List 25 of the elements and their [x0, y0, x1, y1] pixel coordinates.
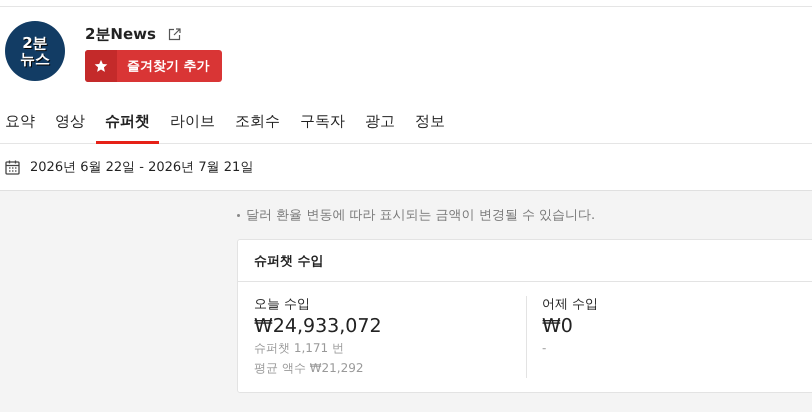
tab[interactable]: 조회수 [226, 106, 289, 144]
tab[interactable]: 정보 [406, 106, 454, 144]
income-detail: 슈퍼챗 1,171 번 [254, 340, 344, 357]
tab[interactable]: 라이브 [161, 106, 224, 144]
income-detail: 평균 액수 ₩21,292 [254, 360, 364, 377]
channel-logo: 2분 뉴스 [5, 21, 65, 81]
bullet-icon [237, 214, 240, 216]
income-amount: ₩24,933,072 [254, 314, 382, 338]
income-label: 오늘 수입 [254, 296, 310, 314]
tab[interactable]: 광고 [356, 106, 404, 144]
star-icon [94, 59, 108, 73]
date-range[interactable]: 2026년 6월 22일 - 2026년 7월 21일 [30, 158, 254, 176]
tab[interactable]: 구독자 [291, 106, 354, 144]
income-label: 어제 수입 [542, 296, 598, 314]
exchange-rate-notice: 달러 환율 변동에 따라 표시되는 금액이 변경될 수 있습니다. [246, 207, 596, 224]
channel-name: 2분News [85, 25, 156, 44]
tab[interactable]: 슈퍼챗 [96, 106, 159, 144]
external-link-icon[interactable] [168, 28, 181, 41]
tab[interactable]: 요약 [0, 106, 44, 144]
income-detail: - [542, 340, 546, 357]
calendar-icon[interactable] [5, 160, 20, 174]
income-amount: ₩0 [542, 314, 573, 338]
tab[interactable]: 영상 [46, 106, 94, 144]
add-favorite-button[interactable]: 즐겨찾기 추가 [85, 50, 222, 82]
card-title: 슈퍼챗 수입 [254, 252, 324, 270]
